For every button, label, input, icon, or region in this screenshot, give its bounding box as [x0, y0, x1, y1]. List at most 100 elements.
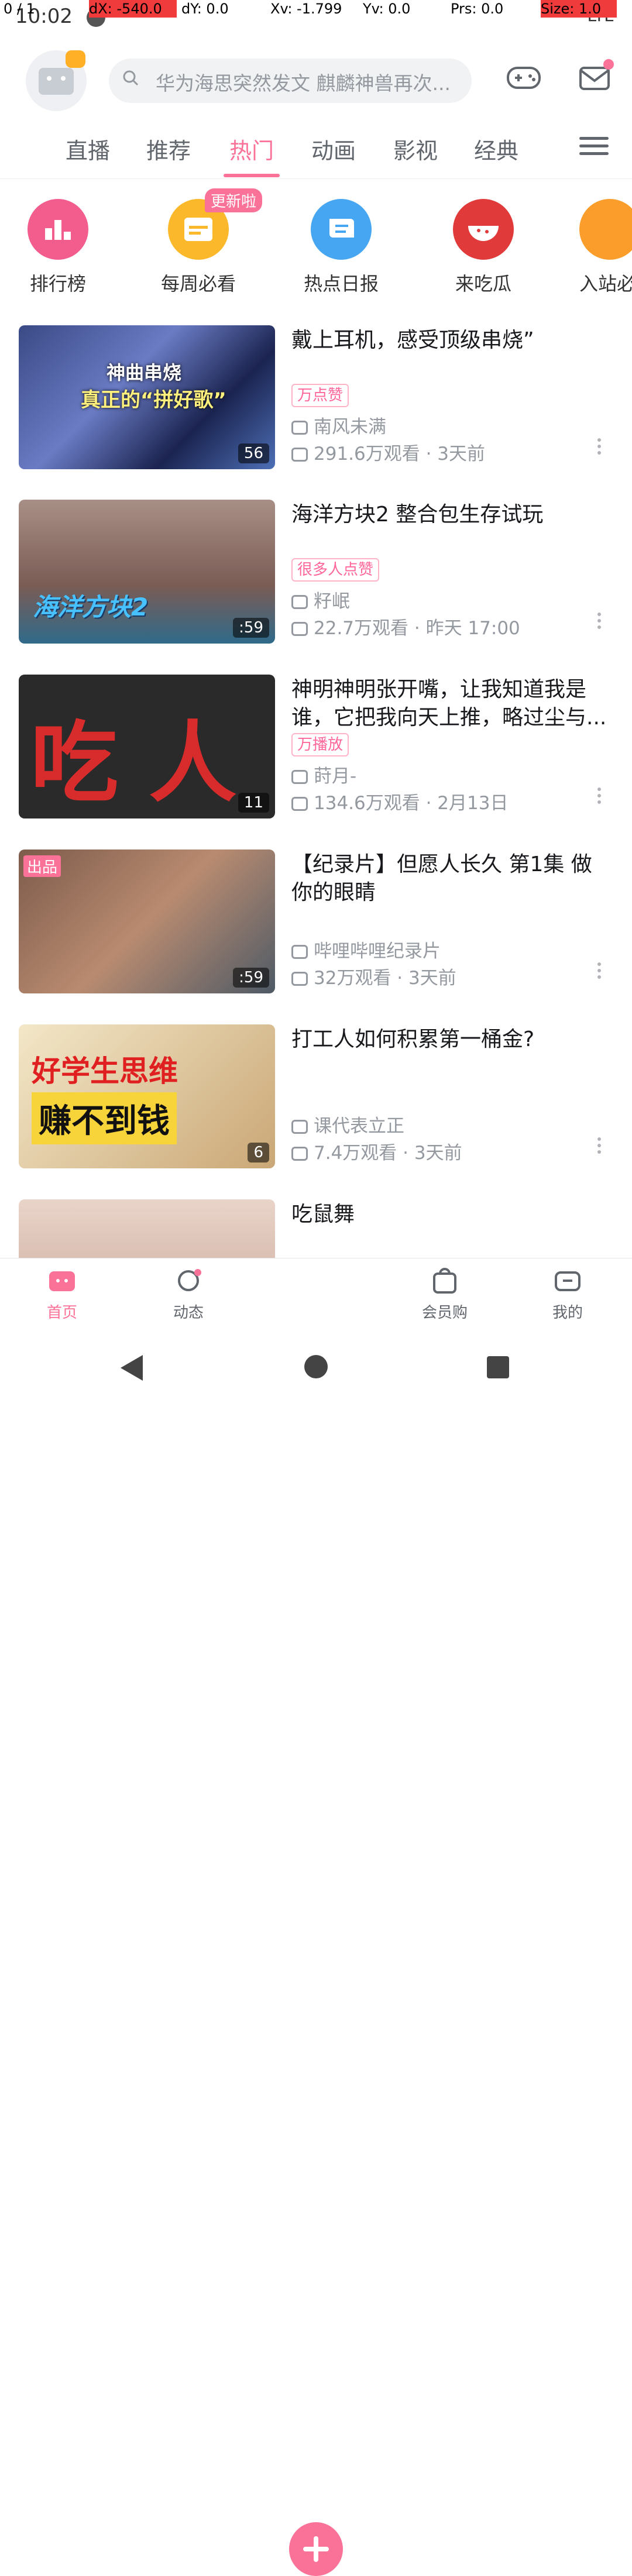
uploader-name[interactable]: 籽岷	[291, 586, 350, 613]
tab-live[interactable]: 直播	[66, 133, 110, 165]
video-card[interactable]: 神曲串烧 真正的“拼好歌” 56 戴上耳机，感受顶级串烧” 万点赞 南风未满 2…	[0, 309, 632, 484]
debug-yv: Yv: 0.0	[363, 1, 411, 17]
play-count-icon	[291, 1147, 308, 1161]
video-thumbnail[interactable]: 神曲串烧 真正的“拼好歌” 56	[19, 325, 275, 469]
category-tabs: 直播 推荐 热门 动画 影视 经典	[0, 121, 632, 179]
video-card[interactable]: 好学生思维 赚不到钱 6 打工人如何积累第一桶金? 课代表立正 7.4万观看 ·…	[0, 1008, 632, 1184]
channel-row: 排行榜 每周必看 热点日报 来吃瓜 入站必	[0, 178, 632, 307]
tab-anime[interactable]: 动画	[311, 133, 356, 165]
video-title: 海洋方块2 整合包生存试玩	[291, 503, 544, 527]
uploader-name[interactable]: 莳月-	[291, 761, 356, 787]
up-icon	[291, 421, 308, 435]
video-title: 打工人如何积累第一桶金?	[291, 1027, 535, 1051]
debug-pointer: 0 / 1	[4, 1, 35, 17]
channel-melon[interactable]: 来吃瓜	[439, 199, 527, 296]
bottom-navigation: 首页 动态 会员购 我的	[0, 1258, 632, 2576]
video-duration: 11	[238, 793, 269, 813]
video-thumbnail[interactable]: 吃 人 11	[19, 675, 275, 818]
tab-film[interactable]: 影视	[393, 133, 438, 165]
video-card[interactable]: 吃 人 11 神明神明张开嘴，让我知道我是谁，它把我向天上推，略过尘与... 万…	[0, 658, 632, 834]
channel-label: 每周必看	[160, 273, 236, 295]
channel-daily-hot[interactable]: 热点日报	[297, 199, 385, 296]
debug-prs: Prs: 0.0	[451, 1, 504, 17]
thumbnail-caption: 真正的“拼好歌”	[81, 388, 226, 412]
recent-apps-icon[interactable]	[487, 1356, 509, 1378]
more-options-icon[interactable]	[596, 785, 603, 814]
vip-badge-icon	[66, 50, 85, 68]
publish-plus-icon[interactable]	[289, 2522, 343, 2576]
up-icon	[291, 1120, 308, 1134]
video-card[interactable]: 出品 :59 【纪录片】但愿人长久 第1集 做你的眼睛 哔哩哔哩纪录片 32万观…	[0, 833, 632, 1009]
likes-badge: 很多人点赞	[291, 558, 380, 582]
video-thumbnail[interactable]: 好学生思维 赚不到钱 6	[19, 1024, 275, 1168]
up-icon	[291, 770, 308, 784]
tab-hot[interactable]: 热门	[229, 133, 274, 165]
tv-mascot-icon	[39, 68, 74, 95]
channel-label: 来吃瓜	[455, 273, 511, 295]
debug-size: Size: 1.0	[541, 0, 617, 18]
channel-ranking[interactable]: 排行榜	[14, 199, 102, 296]
system-navigation	[0, 1330, 632, 1404]
video-thumbnail[interactable]: 出品 :59	[19, 850, 275, 993]
home-tv-icon	[49, 1271, 75, 1291]
video-thumbnail[interactable]: 海洋方块2 :59	[19, 500, 275, 644]
thumbnail-caption: 吃 人	[30, 713, 237, 814]
channel-label: 排行榜	[29, 273, 86, 295]
nav-label: 会员购	[421, 1304, 468, 1322]
up-icon	[291, 595, 308, 609]
message-mail-icon[interactable]	[575, 56, 616, 97]
search-bar[interactable]: 华为海思突然发文 麒麟神兽再次...	[109, 59, 472, 103]
menu-icon[interactable]	[579, 132, 609, 165]
up-icon	[291, 945, 308, 959]
update-badge: 更新啦	[205, 188, 263, 212]
status-bar: 10:02 LTE 0 / 1 dX: -540.0 dY: 0.0 Xv: -…	[0, 0, 632, 36]
nav-label: 动态	[173, 1304, 204, 1322]
debug-dy: dY: 0.0	[181, 1, 229, 17]
back-icon[interactable]	[121, 1355, 143, 1381]
watermelon-icon	[453, 199, 514, 260]
medal-icon	[579, 199, 632, 260]
play-count-badge: 万播放	[291, 733, 349, 756]
video-title: 戴上耳机，感受顶级串烧”	[291, 328, 534, 352]
nav-mine[interactable]: 我的	[533, 1267, 603, 1322]
nav-dynamic[interactable]: 动态	[153, 1267, 224, 1322]
channel-must-watch[interactable]: 入站必	[579, 199, 632, 296]
tab-classic[interactable]: 经典	[474, 133, 518, 165]
video-card[interactable]: 海洋方块2 :59 海洋方块2 整合包生存试玩 很多人点赞 籽岷 22.7万观看…	[0, 483, 632, 659]
profile-tv-icon	[555, 1271, 581, 1291]
thumbnail-caption: 赚不到钱	[32, 1092, 177, 1144]
thumbnail-caption: 好学生思维	[32, 1054, 178, 1088]
uploader-name[interactable]: 南风未满	[291, 412, 386, 438]
nav-shop[interactable]: 会员购	[410, 1267, 480, 1322]
more-options-icon[interactable]	[596, 959, 603, 989]
video-title: 神明神明张开嘴，让我知道我是谁，它把我向天上推，略过尘与...	[291, 677, 607, 730]
video-card[interactable]: 吃鼠舞	[0, 1183, 632, 1258]
uploader-name[interactable]: 课代表立正	[291, 1111, 404, 1137]
debug-dx: dX: -540.0	[89, 0, 177, 18]
video-title: 【纪录片】但愿人长久 第1集 做你的眼睛	[291, 852, 592, 904]
search-placeholder: 华为海思突然发文 麒麟神兽再次...	[156, 72, 451, 95]
shopping-bag-icon	[433, 1268, 456, 1294]
debug-xv: Xv: -1.799	[270, 1, 342, 17]
game-controller-icon[interactable]	[503, 56, 544, 97]
video-duration: :59	[233, 968, 269, 988]
play-count-icon	[291, 972, 308, 986]
tab-recommend[interactable]: 推荐	[146, 133, 191, 165]
nav-home[interactable]: 首页	[27, 1267, 97, 1322]
more-options-icon[interactable]	[596, 610, 603, 639]
more-options-icon[interactable]	[596, 1134, 603, 1164]
channel-weekly[interactable]: 每周必看	[154, 199, 242, 296]
channel-label: 热点日报	[303, 273, 379, 295]
thumbnail-caption: 海洋方块2	[33, 593, 149, 621]
active-tab-indicator	[224, 174, 280, 177]
likes-badge: 万点赞	[291, 384, 349, 407]
play-count-icon	[291, 622, 308, 636]
thumbnail-caption: 出品	[23, 855, 61, 877]
uploader-name[interactable]: 哔哩哔哩纪录片	[291, 936, 441, 962]
video-duration: 6	[248, 1143, 269, 1163]
video-thumbnail[interactable]	[19, 1199, 275, 1258]
play-count-icon	[291, 797, 308, 811]
thumbnail-caption: 神曲串烧	[107, 362, 182, 384]
more-options-icon[interactable]	[596, 435, 603, 465]
home-icon[interactable]	[304, 1355, 328, 1378]
